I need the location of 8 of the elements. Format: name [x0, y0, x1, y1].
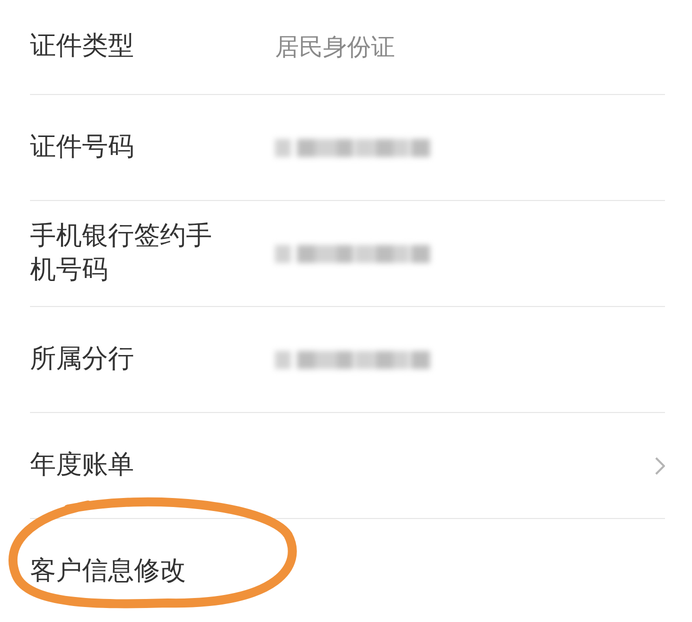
- field-label: 客户信息修改: [30, 555, 187, 588]
- field-label: 证件类型: [30, 30, 135, 64]
- field-label: 所属分行: [30, 342, 135, 376]
- field-label: 手机银行签约手机号码: [30, 220, 213, 286]
- field-label: 证件号码: [30, 130, 135, 164]
- field-label: 年度账单: [30, 448, 135, 482]
- field-value: 居民身份证: [275, 32, 395, 63]
- chevron-right-icon[interactable]: [655, 456, 665, 474]
